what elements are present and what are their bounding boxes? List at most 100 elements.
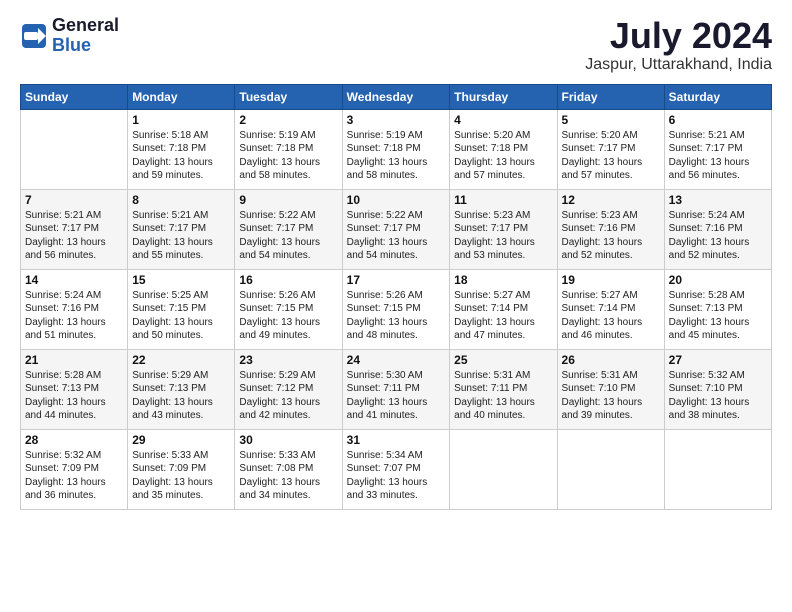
day-cell: 16 Sunrise: 5:26 AMSunset: 7:15 PMDayligh… [235,269,342,349]
col-header-friday: Friday [557,84,664,109]
day-cell: 28Sunrise: 5:32 AMSunset: 7:09 PMDayligh… [21,429,128,509]
day-info: Sunrise: 5:28 AMSunset: 7:13 PMDaylight:… [25,369,123,423]
day-cell: 29 Sunrise: 5:33 AMSunset: 7:09 PMDayligh… [128,429,235,509]
week-row-5: 28Sunrise: 5:32 AMSunset: 7:09 PMDayligh… [21,429,772,509]
day-cell: 7 Sunrise: 5:21 AMSunset: 7:17 PMDaylight… [21,189,128,269]
day-info: Sunrise: 5:25 AMSunset: 7:15 PMDaylight:… [132,289,230,343]
day-info: Sunrise: 5:24 AMSunset: 7:16 PMDaylight:… [25,289,123,343]
day-info: Sunrise: 5:22 AMSunset: 7:17 PMDaylight:… [239,209,337,263]
day-info: Sunrise: 5:31 AMSunset: 7:10 PMDaylight:… [562,369,660,423]
day-cell: 12 Sunrise: 5:23 AMSunset: 7:16 PMDayligh… [557,189,664,269]
day-cell: 1Sunrise: 5:18 AMSunset: 7:18 PMDaylight… [128,109,235,189]
header: General Blue July 2024 Jaspur, Uttarakha… [20,16,772,74]
logo-general: General [52,16,119,36]
day-info: Sunrise: 5:29 AMSunset: 7:13 PMDaylight:… [132,369,230,423]
day-number: 9 [239,193,337,207]
day-cell: 21 Sunrise: 5:28 AMSunset: 7:13 PMDayligh… [21,349,128,429]
week-row-2: 7 Sunrise: 5:21 AMSunset: 7:17 PMDaylight… [21,189,772,269]
day-cell: 27 Sunrise: 5:32 AMSunset: 7:10 PMDayligh… [664,349,771,429]
day-number: 15 [132,273,230,287]
logo: General Blue [20,16,119,56]
day-number: 5 [562,113,660,127]
day-cell: 10Sunrise: 5:22 AMSunset: 7:17 PMDayligh… [342,189,450,269]
day-info: Sunrise: 5:30 AMSunset: 7:11 PMDaylight:… [347,369,446,423]
day-cell: 8Sunrise: 5:21 AMSunset: 7:17 PMDaylight… [128,189,235,269]
page-container: General Blue July 2024 Jaspur, Uttarakha… [0,0,792,520]
day-cell: 30 Sunrise: 5:33 AMSunset: 7:08 PMDayligh… [235,429,342,509]
day-cell: 2 Sunrise: 5:19 AMSunset: 7:18 PMDaylight… [235,109,342,189]
day-cell: 6 Sunrise: 5:21 AMSunset: 7:17 PMDaylight… [664,109,771,189]
day-number: 12 [562,193,660,207]
title-section: July 2024 Jaspur, Uttarakhand, India [585,16,772,74]
day-info: Sunrise: 5:32 AMSunset: 7:10 PMDaylight:… [669,369,767,423]
day-number: 24 [347,353,446,367]
day-info: Sunrise: 5:19 AMSunset: 7:18 PMDaylight:… [347,129,446,183]
day-info: Sunrise: 5:19 AMSunset: 7:18 PMDaylight:… [239,129,337,183]
day-cell: 26 Sunrise: 5:31 AMSunset: 7:10 PMDayligh… [557,349,664,429]
day-number: 6 [669,113,767,127]
day-info: Sunrise: 5:31 AMSunset: 7:11 PMDaylight:… [454,369,552,423]
day-info: Sunrise: 5:22 AMSunset: 7:17 PMDaylight:… [347,209,446,263]
day-cell: 31Sunrise: 5:34 AMSunset: 7:07 PMDayligh… [342,429,450,509]
day-number: 19 [562,273,660,287]
day-number: 17 [347,273,446,287]
day-cell: 4 Sunrise: 5:20 AMSunset: 7:18 PMDaylight… [450,109,557,189]
day-number: 25 [454,353,552,367]
day-cell: 15 Sunrise: 5:25 AMSunset: 7:15 PMDayligh… [128,269,235,349]
calendar-table: SundayMondayTuesdayWednesdayThursdayFrid… [20,84,772,510]
day-cell: 13 Sunrise: 5:24 AMSunset: 7:16 PMDayligh… [664,189,771,269]
header-row: SundayMondayTuesdayWednesdayThursdayFrid… [21,84,772,109]
day-cell: 14 Sunrise: 5:24 AMSunset: 7:16 PMDayligh… [21,269,128,349]
day-number: 4 [454,113,552,127]
day-number: 7 [25,193,123,207]
col-header-wednesday: Wednesday [342,84,450,109]
day-cell: 5 Sunrise: 5:20 AMSunset: 7:17 PMDaylight… [557,109,664,189]
day-cell: 25 Sunrise: 5:31 AMSunset: 7:11 PMDayligh… [450,349,557,429]
day-cell: 17 Sunrise: 5:26 AMSunset: 7:15 PMDayligh… [342,269,450,349]
col-header-tuesday: Tuesday [235,84,342,109]
day-cell: 18Sunrise: 5:27 AMSunset: 7:14 PMDayligh… [450,269,557,349]
logo-icon [20,22,48,50]
day-cell: 19 Sunrise: 5:27 AMSunset: 7:14 PMDayligh… [557,269,664,349]
day-info: Sunrise: 5:26 AMSunset: 7:15 PMDaylight:… [239,289,337,343]
day-number: 1 [132,113,230,127]
day-info: Sunrise: 5:21 AMSunset: 7:17 PMDaylight:… [669,129,767,183]
day-info: Sunrise: 5:26 AMSunset: 7:15 PMDaylight:… [347,289,446,343]
day-info: Sunrise: 5:33 AMSunset: 7:09 PMDaylight:… [132,449,230,503]
day-cell: 3 Sunrise: 5:19 AMSunset: 7:18 PMDaylight… [342,109,450,189]
day-number: 27 [669,353,767,367]
day-cell [664,429,771,509]
day-cell: 11Sunrise: 5:23 AMSunset: 7:17 PMDayligh… [450,189,557,269]
day-info: Sunrise: 5:20 AMSunset: 7:17 PMDaylight:… [562,129,660,183]
day-info: Sunrise: 5:28 AMSunset: 7:13 PMDaylight:… [669,289,767,343]
day-info: Sunrise: 5:23 AMSunset: 7:16 PMDaylight:… [562,209,660,263]
day-info: Sunrise: 5:27 AMSunset: 7:14 PMDaylight:… [562,289,660,343]
day-info: Sunrise: 5:33 AMSunset: 7:08 PMDaylight:… [239,449,337,503]
day-number: 18 [454,273,552,287]
day-number: 29 [132,433,230,447]
day-cell: 20 Sunrise: 5:28 AMSunset: 7:13 PMDayligh… [664,269,771,349]
day-info: Sunrise: 5:29 AMSunset: 7:12 PMDaylight:… [239,369,337,423]
day-info: Sunrise: 5:21 AMSunset: 7:17 PMDaylight:… [25,209,123,263]
day-number: 3 [347,113,446,127]
day-number: 21 [25,353,123,367]
day-cell [557,429,664,509]
day-number: 16 [239,273,337,287]
day-cell [21,109,128,189]
day-number: 20 [669,273,767,287]
day-number: 2 [239,113,337,127]
day-number: 13 [669,193,767,207]
day-info: Sunrise: 5:20 AMSunset: 7:18 PMDaylight:… [454,129,552,183]
day-info: Sunrise: 5:23 AMSunset: 7:17 PMDaylight:… [454,209,552,263]
col-header-saturday: Saturday [664,84,771,109]
day-info: Sunrise: 5:24 AMSunset: 7:16 PMDaylight:… [669,209,767,263]
week-row-1: 1Sunrise: 5:18 AMSunset: 7:18 PMDaylight… [21,109,772,189]
day-number: 26 [562,353,660,367]
day-number: 23 [239,353,337,367]
day-cell: 9 Sunrise: 5:22 AMSunset: 7:17 PMDaylight… [235,189,342,269]
day-cell: 24 Sunrise: 5:30 AMSunset: 7:11 PMDayligh… [342,349,450,429]
day-number: 30 [239,433,337,447]
day-number: 14 [25,273,123,287]
day-number: 28 [25,433,123,447]
month-year: July 2024 [585,16,772,56]
